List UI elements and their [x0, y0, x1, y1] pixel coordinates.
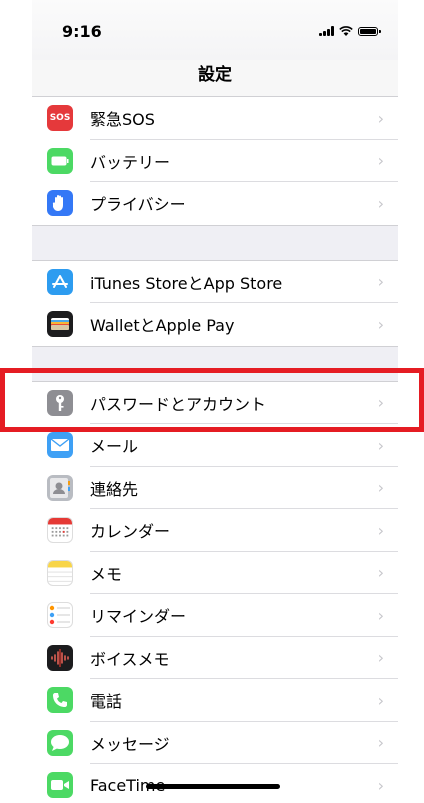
settings-row[interactable]: パスワードとアカウント ›: [32, 381, 398, 424]
wallet-icon: [47, 311, 73, 338]
mail-icon: [47, 432, 73, 459]
settings-row-label: iTunes StoreとApp Store: [90, 273, 283, 293]
settings-row[interactable]: メッセージ ›: [32, 721, 398, 764]
calendar-icon: [47, 517, 73, 544]
home-indicator[interactable]: [146, 784, 280, 789]
group-separator: [32, 224, 398, 261]
settings-row[interactable]: SOS 緊急SOS ›: [32, 97, 398, 140]
chevron-right-icon: ›: [377, 520, 384, 540]
voice-memo-icon: [47, 644, 73, 671]
settings-row[interactable]: メモ ›: [32, 551, 398, 594]
chevron-right-icon: ›: [377, 605, 384, 625]
status-time: 9:16: [62, 22, 102, 41]
settings-row-label: プライバシー: [90, 195, 186, 215]
settings-row[interactable]: リマインダー ›: [32, 594, 398, 637]
notes-icon: [47, 559, 73, 586]
chevron-right-icon: ›: [377, 478, 384, 498]
chevron-right-icon: ›: [377, 563, 384, 583]
settings-row[interactable]: プライバシー ›: [32, 182, 398, 225]
settings-row-label: パスワードとアカウント: [90, 394, 267, 414]
settings-row[interactable]: iTunes StoreとApp Store ›: [32, 260, 398, 303]
navigation-bar: 設定: [32, 60, 398, 97]
chevron-right-icon: ›: [377, 108, 384, 128]
battery-status-icon: [358, 26, 381, 36]
settings-group: iTunes StoreとApp Store › WalletとApple Pay ›: [32, 260, 398, 346]
reminders-icon: [47, 602, 73, 629]
settings-row-label: ボイスメモ: [90, 649, 170, 669]
settings-row-label: 電話: [90, 692, 123, 712]
settings-row-label: メール: [90, 437, 139, 457]
chevron-right-icon: ›: [377, 272, 384, 292]
settings-row[interactable]: WalletとApple Pay ›: [32, 303, 398, 346]
key-icon: [47, 389, 73, 416]
settings-row-label: 緊急SOS: [90, 110, 155, 130]
status-icons: [319, 26, 381, 36]
chevron-right-icon: ›: [377, 690, 384, 710]
chevron-right-icon: ›: [377, 193, 384, 213]
chevron-right-icon: ›: [377, 648, 384, 668]
settings-group: SOS 緊急SOS › バッテリー › プライバシー ›: [32, 97, 398, 225]
settings-screen: 9:16 設定 SOS 緊急SOS › バッテリー › プライバシー › iTunes Sto…: [32, 0, 398, 803]
messages-icon: [47, 729, 73, 756]
settings-row-label: リマインダー: [90, 607, 187, 627]
wifi-icon: [339, 26, 353, 36]
chevron-right-icon: ›: [377, 435, 384, 455]
settings-list: SOS 緊急SOS › バッテリー › プライバシー › iTunes StoreとApp S…: [32, 97, 398, 803]
battery-icon: [47, 147, 73, 174]
settings-row[interactable]: メール ›: [32, 424, 398, 467]
contacts-icon: [47, 474, 73, 501]
hand-icon: [47, 190, 73, 217]
phone-icon: [47, 687, 73, 714]
settings-row-label: 連絡先: [90, 479, 139, 499]
sos-icon: SOS: [47, 105, 73, 132]
group-separator: [32, 345, 398, 382]
status-bar: 9:16: [32, 0, 398, 60]
settings-row[interactable]: カレンダー ›: [32, 509, 398, 552]
app-store-icon: [47, 268, 73, 295]
facetime-icon: [47, 772, 73, 799]
settings-row-label: メッセージ: [90, 734, 170, 754]
settings-row[interactable]: 電話 ›: [32, 679, 398, 722]
settings-group: パスワードとアカウント › メール › 連絡先 › カレンダー › メモ › リマインダー › ボイスメ…: [32, 381, 398, 803]
chevron-right-icon: ›: [377, 314, 384, 334]
chevron-right-icon: ›: [377, 151, 384, 171]
settings-row[interactable]: バッテリー ›: [32, 139, 398, 182]
settings-row[interactable]: 連絡先 ›: [32, 466, 398, 509]
settings-row-label: メモ: [90, 564, 123, 584]
signal-icon: [319, 26, 334, 36]
settings-row-label: WalletとApple Pay: [90, 316, 235, 336]
chevron-right-icon: ›: [377, 733, 384, 753]
page-title: 設定: [198, 65, 232, 85]
settings-row[interactable]: ボイスメモ ›: [32, 636, 398, 679]
settings-row-label: カレンダー: [90, 522, 171, 542]
settings-row-label: バッテリー: [90, 152, 171, 172]
chevron-right-icon: ›: [377, 775, 384, 795]
chevron-right-icon: ›: [377, 393, 384, 413]
